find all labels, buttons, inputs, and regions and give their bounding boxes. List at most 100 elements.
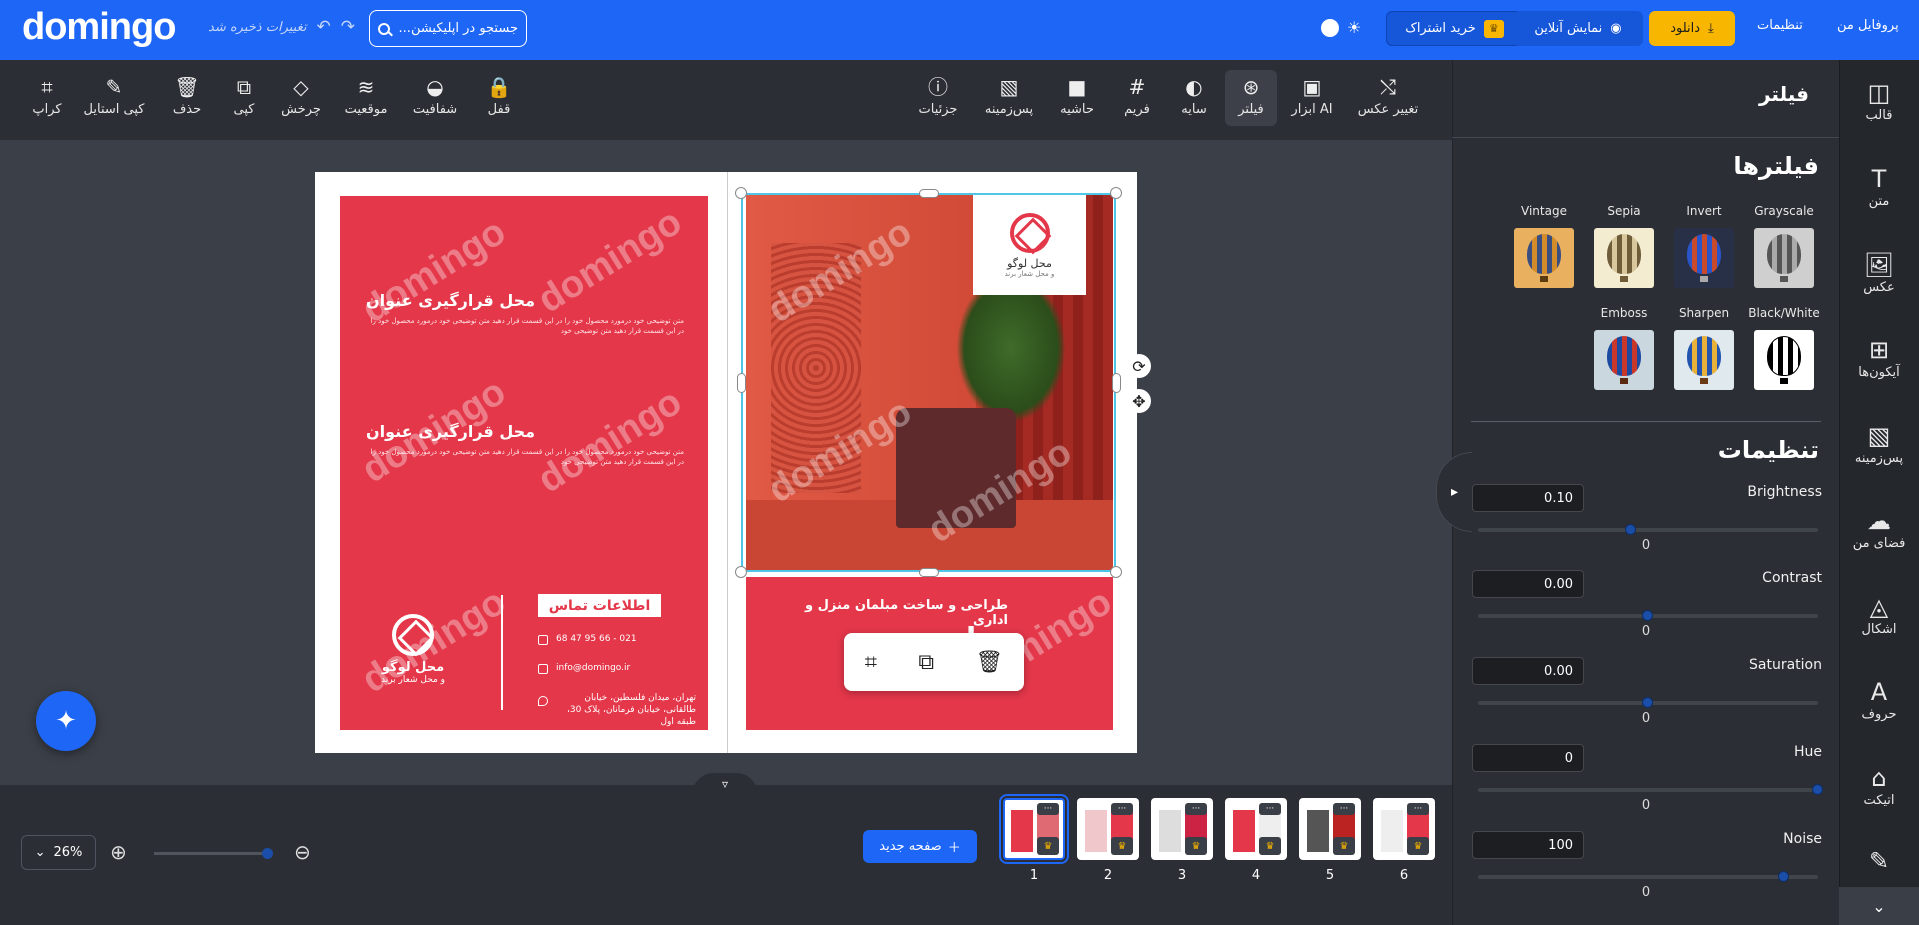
background-tool[interactable]: ▧ پس‌زمینه (981, 70, 1037, 126)
sidebar-item-icons[interactable]: ⊞ آیکون‌ها (1839, 335, 1919, 380)
heading-1[interactable]: محل قرارگیری عنوان (366, 291, 535, 310)
page-thumb-5[interactable]: ··· ♛ 5 (1294, 798, 1366, 883)
shadow-tool[interactable]: ◐ سایه (1178, 70, 1210, 126)
opacity-tool[interactable]: ◒ شفافیت (408, 70, 462, 126)
thumbnail[interactable]: ··· ♛ (1299, 798, 1361, 860)
border-tool[interactable]: ■ حاشیه (1056, 70, 1098, 126)
app-logo[interactable]: domingo (22, 6, 176, 49)
contact-phone[interactable]: 021 - 66 95 47 68 (556, 634, 637, 644)
redo-icon[interactable]: ↷ (341, 17, 355, 37)
noise-input[interactable]: 100 (1472, 831, 1584, 859)
thumbnail[interactable]: ··· ♛ (1151, 798, 1213, 860)
new-page-button[interactable]: ＋ صفحه جدید (863, 830, 977, 863)
filter-black-white[interactable]: Black/White (1748, 306, 1820, 390)
search-input[interactable]: جستجو در اپلیکیشن... (369, 10, 527, 47)
resize-handle-tl[interactable] (735, 187, 747, 199)
filter-tool[interactable]: ⊛ فیلتر (1225, 70, 1277, 126)
contact-address[interactable]: تهران، میدان فلسطین، خیابان طالقانی، خیا… (556, 692, 696, 728)
resize-handle-right[interactable] (1112, 373, 1121, 393)
more-icon[interactable]: ··· (1037, 803, 1059, 815)
settings-link[interactable]: تنظیمات (1757, 18, 1803, 33)
contact-title[interactable]: اطلاعات تماس (538, 594, 661, 617)
filter-grayscale[interactable]: Grayscale (1753, 204, 1815, 288)
lock-tool[interactable]: 🔒 قفل (484, 70, 514, 126)
sidebar-item-my-space[interactable]: ☁ فضای من (1839, 506, 1919, 551)
slider-track[interactable] (1478, 610, 1818, 621)
filter-thumbnail[interactable] (1514, 228, 1574, 288)
saturation-input[interactable]: 0.00 (1472, 657, 1584, 685)
details-tool[interactable]: ⓘ جزئیات (916, 70, 960, 126)
sidebar-item-template[interactable]: ◫ قالب (1839, 78, 1919, 123)
more-icon[interactable]: ··· (1185, 803, 1207, 815)
body-text-2[interactable]: متن توضیحی خود درمورد محصول خود را در ای… (366, 447, 684, 467)
thumbnail[interactable]: ··· ♛ (1225, 798, 1287, 860)
rotate-handle-icon[interactable]: ⟳ (1127, 354, 1151, 378)
copy-icon[interactable]: ⧉ (918, 650, 934, 675)
sidebar-item-image[interactable]: 🖼 عکس (1839, 250, 1919, 295)
undo-icon[interactable]: ↶ (316, 17, 330, 37)
body-text-1[interactable]: متن توضیحی خود درمورد محصول خود را در ای… (366, 316, 684, 336)
ai-tool[interactable]: ▣ ابزار AI (1288, 70, 1336, 126)
slider-knob[interactable] (1625, 524, 1636, 535)
sidebar-item-text[interactable]: T متن (1839, 164, 1919, 209)
delete-tool[interactable]: 🗑 حذف (170, 70, 204, 126)
filter-invert[interactable]: Invert (1673, 204, 1735, 288)
rotate-tool[interactable]: ◇ چرخش (278, 70, 324, 126)
more-icon[interactable]: ··· (1333, 803, 1355, 815)
slider-track[interactable] (1478, 524, 1818, 535)
resize-handle-bl[interactable] (735, 566, 747, 578)
filter-sepia[interactable]: Sepia (1593, 204, 1655, 288)
filter-thumbnail[interactable] (1594, 330, 1654, 390)
copy-tool[interactable]: ⧉ کپی (227, 70, 261, 126)
resize-handle-top[interactable] (919, 189, 939, 198)
download-button[interactable]: ⤓ دانلود (1649, 11, 1735, 46)
resize-handle-bottom[interactable] (919, 568, 939, 577)
sidebar-item-letters[interactable]: A حروف (1839, 677, 1919, 722)
page-thumb-1[interactable]: ··· ♛ 1 (998, 794, 1070, 883)
slider-track[interactable] (1478, 871, 1818, 882)
thumbnail[interactable]: ··· ♛ (1373, 798, 1435, 860)
resize-handle-tr[interactable] (1110, 187, 1122, 199)
position-tool[interactable]: ≋ موقعیت (338, 70, 394, 126)
zoom-slider-knob[interactable] (262, 848, 273, 859)
zoom-select[interactable]: ⌄ 26% (21, 835, 96, 870)
filter-thumbnail[interactable] (1594, 228, 1654, 288)
slider-knob[interactable] (1642, 697, 1653, 708)
zoom-in-icon[interactable]: ⊕ (110, 840, 127, 864)
filter-vintage[interactable]: Vintage (1513, 204, 1575, 288)
magic-wand-button[interactable]: ✦ (36, 691, 96, 751)
sidebar-scroll-down-button[interactable]: ⌄ (1839, 887, 1919, 925)
filter-thumbnail[interactable] (1674, 330, 1734, 390)
slider-knob[interactable] (1778, 871, 1789, 882)
resize-handle-br[interactable] (1110, 566, 1122, 578)
filter-thumbnail[interactable] (1754, 330, 1814, 390)
filter-sharpen[interactable]: Sharpen (1673, 306, 1735, 390)
thumbnail[interactable]: ··· ♛ (999, 794, 1069, 864)
preview-button[interactable]: ◉ نمایش آنلاین (1513, 11, 1643, 46)
copy-style-tool[interactable]: ✎ کپی استایل (80, 70, 148, 126)
slider-track[interactable] (1478, 697, 1818, 708)
sidebar-item-shapes[interactable]: ◬ اشکال (1839, 592, 1919, 637)
filter-thumbnail[interactable] (1674, 228, 1734, 288)
hue-input[interactable]: 0 (1472, 744, 1584, 772)
trash-icon[interactable]: 🗑 (975, 650, 1003, 675)
slider-knob[interactable] (1812, 784, 1823, 795)
zoom-out-icon[interactable]: ⊖ (294, 840, 311, 864)
profile-link[interactable]: پروفایل من (1837, 18, 1899, 33)
frame-tool[interactable]: # فریم (1121, 70, 1153, 126)
page-thumb-2[interactable]: ··· ♛ 2 (1072, 798, 1144, 883)
filter-thumbnail[interactable] (1754, 228, 1814, 288)
filter-emboss[interactable]: Emboss (1593, 306, 1655, 390)
contrast-input[interactable]: 0.00 (1472, 570, 1584, 598)
brightness-input[interactable]: 0.10 (1472, 484, 1584, 512)
resize-handle-left[interactable] (737, 373, 746, 393)
slider-track[interactable] (1478, 784, 1823, 795)
swap-image-tool[interactable]: ⤭ تغییر عکس (1354, 70, 1422, 126)
crop-tool[interactable]: ⌗ کراپ (30, 70, 64, 126)
subscribe-button[interactable]: ♛ خرید اشتراک (1386, 11, 1523, 46)
theme-toggle[interactable]: ☀ (1321, 18, 1361, 37)
sidebar-item-background[interactable]: ▧ پس‌زمینه (1839, 421, 1919, 466)
more-icon[interactable]: ··· (1407, 803, 1429, 815)
more-icon[interactable]: ··· (1111, 803, 1133, 815)
more-icon[interactable]: ··· (1259, 803, 1281, 815)
